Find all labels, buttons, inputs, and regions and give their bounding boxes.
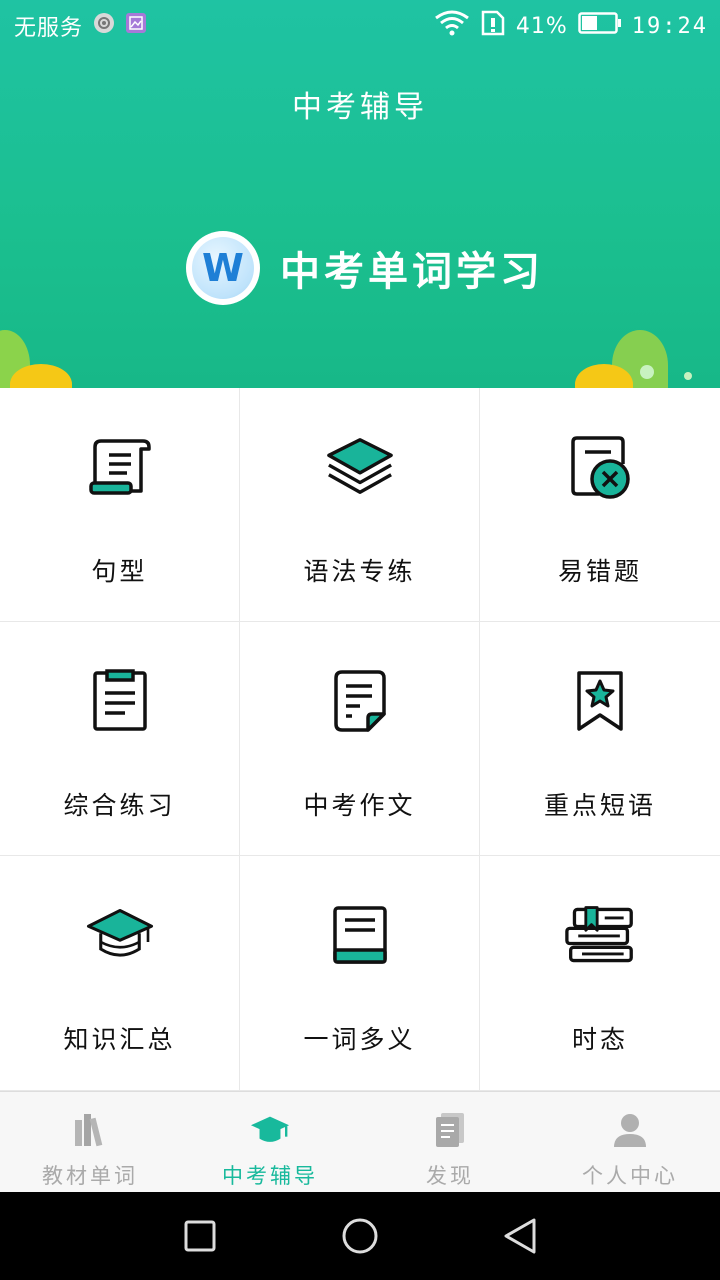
tab-label: 个人中心: [582, 1164, 678, 1188]
grid-item-label: 中考作文: [303, 791, 416, 820]
bottom-tab-bar: 教材单词 中考辅导 发现 个人中心: [0, 1091, 720, 1192]
page-title: 中考辅导: [292, 90, 428, 125]
clipboard-icon: [85, 666, 155, 736]
battery-percent: 41%: [515, 13, 568, 39]
tab-label: 发现: [426, 1164, 474, 1188]
decor-tree-tiny: [684, 372, 692, 380]
app-logo: W: [186, 231, 260, 305]
book-icon: [325, 900, 395, 970]
square-icon: [184, 1220, 216, 1252]
logo-letter: W: [192, 237, 254, 299]
tab-discover[interactable]: 发现: [360, 1092, 540, 1192]
grid-item-label: 综合练习: [63, 791, 176, 820]
sim-alert-icon: [480, 10, 506, 42]
settings-notification-icon: [93, 12, 115, 40]
circle-icon: [342, 1218, 378, 1254]
tab-textbook-words[interactable]: 教材单词: [0, 1092, 180, 1192]
grid-item-label: 一词多义: [303, 1025, 416, 1054]
grid-item-exam-essay[interactable]: 中考作文: [240, 622, 480, 856]
grid-item-comprehensive-practice[interactable]: 综合练习: [0, 622, 240, 856]
carrier-text: 无服务: [14, 16, 84, 41]
grid-item-tenses[interactable]: 时态: [480, 856, 720, 1091]
clock: 19:24: [631, 13, 708, 39]
book-stack-icon: [565, 900, 635, 970]
tab-personal-center[interactable]: 个人中心: [540, 1092, 720, 1192]
grid-item-label: 句型: [91, 557, 148, 586]
grid-item-label: 知识汇总: [63, 1025, 176, 1054]
wifi-icon: [434, 10, 470, 42]
layers-icon: [325, 432, 395, 502]
grid-item-label: 重点短语: [543, 791, 656, 820]
battery-icon: [578, 11, 622, 41]
grid-item-sentence-patterns[interactable]: 句型: [0, 388, 240, 622]
system-nav-bar: [0, 1192, 720, 1280]
feature-grid: 句型 语法专练 易错题 综合练习 中考作文 重点短语 知识汇总 一词多义 时态: [0, 388, 720, 1091]
tab-exam-tutoring[interactable]: 中考辅导: [180, 1092, 360, 1192]
header-banner: 无服务 41% 19:24 中考辅导 W 中考单词学习: [0, 0, 720, 388]
grid-item-label: 语法专练: [303, 557, 416, 586]
banner-title: 中考单词学习: [280, 248, 544, 295]
grid-item-label: 时态: [571, 1025, 628, 1054]
news-icon: [430, 1110, 470, 1150]
graduation-cap-icon: [250, 1110, 290, 1150]
gallery-notification-icon: [125, 12, 147, 40]
error-document-icon: [565, 432, 635, 502]
graduation-cap-icon: [85, 900, 155, 970]
home-button[interactable]: [338, 1214, 382, 1258]
grid-item-key-phrases[interactable]: 重点短语: [480, 622, 720, 856]
scroll-icon: [85, 432, 155, 502]
banner: W 中考单词学习: [186, 230, 544, 306]
triangle-back-icon: [504, 1218, 536, 1254]
grid-item-knowledge-summary[interactable]: 知识汇总: [0, 856, 240, 1091]
bookmark-star-icon: [565, 666, 635, 736]
grid-item-grammar-practice[interactable]: 语法专练: [240, 388, 480, 622]
decor-tree-small: [640, 365, 654, 379]
person-icon: [610, 1110, 650, 1150]
books-icon: [70, 1110, 110, 1150]
tab-label: 中考辅导: [222, 1164, 318, 1188]
status-bar: 无服务 41% 19:24: [0, 0, 720, 50]
back-button[interactable]: [498, 1214, 542, 1258]
recent-apps-button[interactable]: [178, 1214, 222, 1258]
document-icon: [325, 666, 395, 736]
tab-label: 教材单词: [42, 1164, 138, 1188]
grid-item-error-prone[interactable]: 易错题: [480, 388, 720, 622]
grid-item-polysemy[interactable]: 一词多义: [240, 856, 480, 1091]
grid-item-label: 易错题: [557, 557, 642, 586]
